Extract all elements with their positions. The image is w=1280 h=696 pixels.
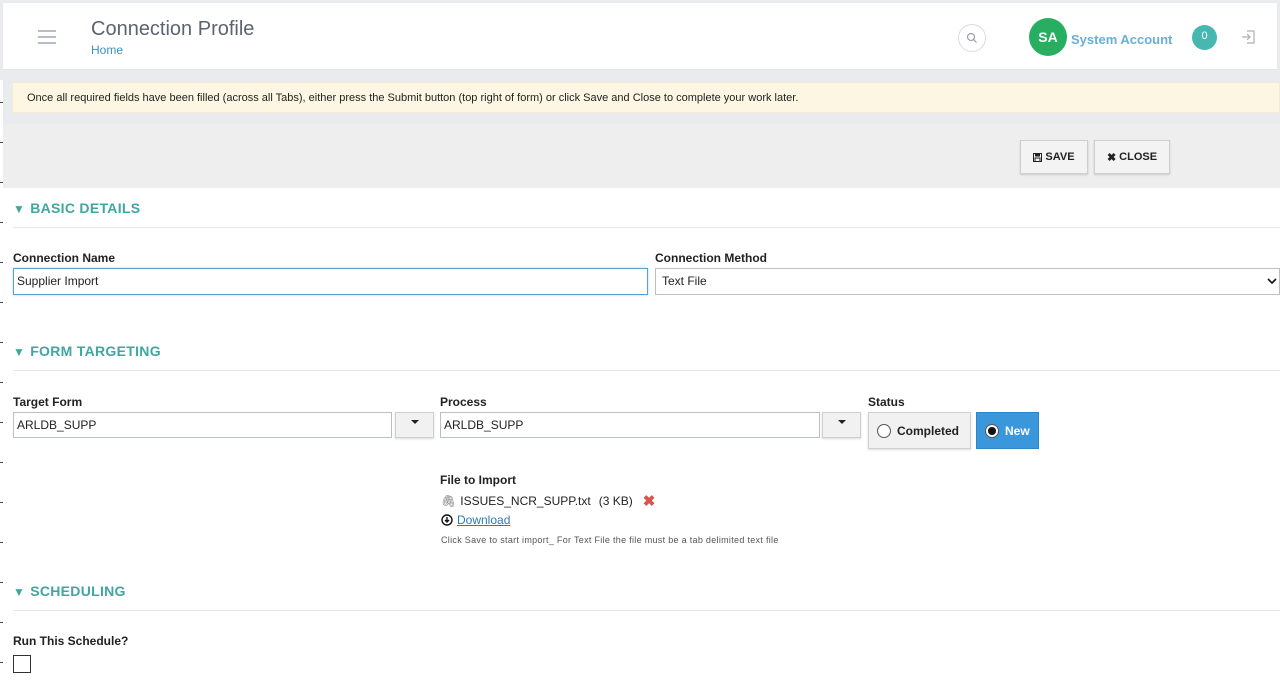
section-basic-details-title: BASIC DETAILS: [30, 200, 141, 216]
status-option-label: Completed: [897, 423, 960, 438]
connection-method-value: Text File: [662, 274, 707, 288]
page: Connection Profile Home SA System Accoun…: [0, 0, 1280, 696]
download-link[interactable]: Download: [457, 513, 510, 527]
remove-file-icon[interactable]: ✖: [643, 492, 656, 510]
file-to-import-label: File to Import: [440, 473, 516, 487]
radio-checked-icon: [985, 423, 999, 438]
target-form-dropdown-button[interactable]: [395, 412, 434, 438]
action-toolbar: SAVE ✖ CLOSE: [3, 124, 1280, 188]
caret-down-icon: [838, 420, 846, 424]
page-title: Connection Profile: [91, 18, 255, 40]
save-button[interactable]: SAVE: [1020, 140, 1088, 174]
instruction-notice: Once all required fields have been fille…: [12, 82, 1280, 113]
download-circle-icon: [441, 514, 453, 526]
import-hint-text: Click Save to start import_ For Text Fil…: [441, 535, 779, 545]
connection-name-input[interactable]: Supplier Import: [13, 268, 648, 295]
process-input[interactable]: ARLDB_SUPP: [440, 412, 820, 438]
collapse-arrow-icon: ▼: [13, 202, 26, 216]
process-label: Process: [440, 395, 487, 409]
floppy-icon: [1033, 152, 1043, 162]
target-form-input[interactable]: ARLDB_SUPP: [13, 412, 392, 438]
breadcrumb-home[interactable]: Home: [91, 43, 123, 57]
file-size: (3 KB): [598, 494, 633, 508]
caret-down-icon: [411, 420, 419, 424]
search-icon: [966, 32, 977, 43]
top-header: Connection Profile Home SA System Accoun…: [3, 3, 1277, 70]
avatar[interactable]: SA: [1029, 18, 1067, 56]
close-button[interactable]: ✖ CLOSE: [1094, 140, 1170, 174]
radio-unchecked-icon: [877, 423, 891, 438]
attached-file: 🖇 ISSUES_NCR_SUPP.txt (3 KB) ✖: [441, 492, 655, 510]
connection-name-label: Connection Name: [13, 251, 116, 265]
close-button-label: CLOSE: [1119, 151, 1158, 163]
divider: [13, 227, 1280, 228]
download-row: Download: [441, 513, 510, 527]
notification-badge[interactable]: 0: [1192, 25, 1217, 50]
run-schedule-checkbox[interactable]: [13, 655, 31, 673]
target-form-label: Target Form: [13, 395, 83, 409]
search-button[interactable]: [958, 24, 986, 52]
process-dropdown-button[interactable]: [822, 412, 861, 438]
save-button-label: SAVE: [1045, 151, 1075, 163]
file-name: ISSUES_NCR_SUPP.txt: [460, 494, 591, 508]
status-option-completed[interactable]: Completed: [868, 412, 971, 449]
form-content: ▼ BASIC DETAILS Connection Name Supplier …: [3, 188, 1280, 696]
section-scheduling-title: SCHEDULING: [30, 583, 126, 599]
status-option-new[interactable]: New: [976, 412, 1039, 449]
x-icon: ✖: [1106, 151, 1117, 164]
section-form-targeting-title: FORM TARGETING: [30, 343, 161, 359]
hamburger-menu-icon[interactable]: [38, 30, 56, 44]
status-label: Status: [868, 395, 905, 409]
run-schedule-label: Run This Schedule?: [13, 634, 129, 648]
divider: [13, 610, 1280, 611]
connection-method-label: Connection Method: [655, 251, 767, 265]
paperclip-icon: 🖇: [441, 494, 457, 508]
section-scheduling-toggle[interactable]: ▼ SCHEDULING: [13, 583, 126, 599]
account-name-link[interactable]: System Account: [1071, 32, 1172, 47]
chevron-down-icon: [1267, 278, 1277, 285]
collapse-arrow-icon: ▼: [13, 585, 26, 599]
logout-icon[interactable]: [1241, 29, 1257, 50]
connection-method-select[interactable]: Text File: [655, 268, 1280, 295]
section-basic-details-toggle[interactable]: ▼ BASIC DETAILS: [13, 200, 140, 216]
divider: [13, 370, 1280, 371]
section-form-targeting-toggle[interactable]: ▼ FORM TARGETING: [13, 343, 161, 359]
status-option-label: New: [1005, 423, 1030, 438]
collapse-arrow-icon: ▼: [13, 345, 26, 359]
